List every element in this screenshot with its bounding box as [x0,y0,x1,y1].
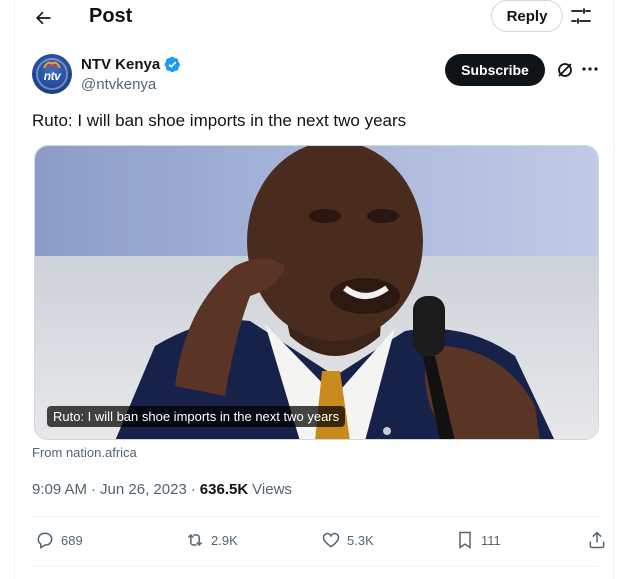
post-time[interactable]: 9:09 AM [32,481,87,498]
divider [31,566,599,567]
bookmark-count: 111 [481,532,501,548]
post-meta: 9:09 AM · Jun 26, 2023 · 636.5K Views [32,481,292,498]
reply-count: 689 [61,532,83,548]
views-label: Views [252,481,292,498]
bookmark-icon [459,531,471,549]
repost-icon [187,533,203,547]
repost-action[interactable]: 2.9K [185,528,238,552]
grok-icon [558,63,572,77]
reply-icon [37,532,53,549]
avatar-text: ntv [43,69,61,83]
back-arrow-icon [36,11,51,25]
author-name-text: NTV Kenya [81,56,161,73]
page-title: Post [89,5,133,27]
divider [31,516,599,517]
like-action[interactable]: 5.3K [321,528,374,552]
grok-button[interactable] [555,60,575,80]
author-handle[interactable]: @ntvkenya [81,76,156,93]
action-bar: 689 2.9K 5.3K 111 [31,528,605,552]
share-icon [589,531,605,549]
filter-sliders-icon [571,8,591,24]
like-icon [322,532,340,548]
filter-button[interactable] [569,4,593,28]
link-source[interactable]: From nation.africa [32,445,137,460]
page-header: Post Reply [15,0,615,36]
like-count: 5.3K [347,532,374,548]
tweet-text: Ruto: I will ban shoe imports in the nex… [32,111,407,130]
author-name[interactable]: NTV Kenya [81,56,181,73]
share-action[interactable] [587,528,607,552]
media-caption: Ruto: I will ban shoe imports in the nex… [47,406,346,427]
post-date[interactable]: Jun 26, 2023 [100,481,187,498]
bookmark-action[interactable]: 111 [455,528,501,552]
repost-count: 2.9K [211,532,238,548]
avatar[interactable]: ntv [32,54,72,94]
back-button[interactable] [31,6,55,30]
more-icon [582,67,598,71]
more-button[interactable] [579,59,601,79]
media-photo [35,146,598,439]
ntv-logo-icon [43,61,61,69]
reply-button[interactable]: Reply [491,0,563,32]
post-column: Post Reply ntv NTV Kenya @ntvkenya Subsc… [14,0,614,579]
reply-action[interactable]: 689 [35,528,83,552]
subscribe-button[interactable]: Subscribe [445,54,545,86]
views-count: 636.5K [199,481,249,498]
verified-badge-icon [164,56,181,73]
media-card[interactable]: Ruto: I will ban shoe imports in the nex… [34,145,599,440]
